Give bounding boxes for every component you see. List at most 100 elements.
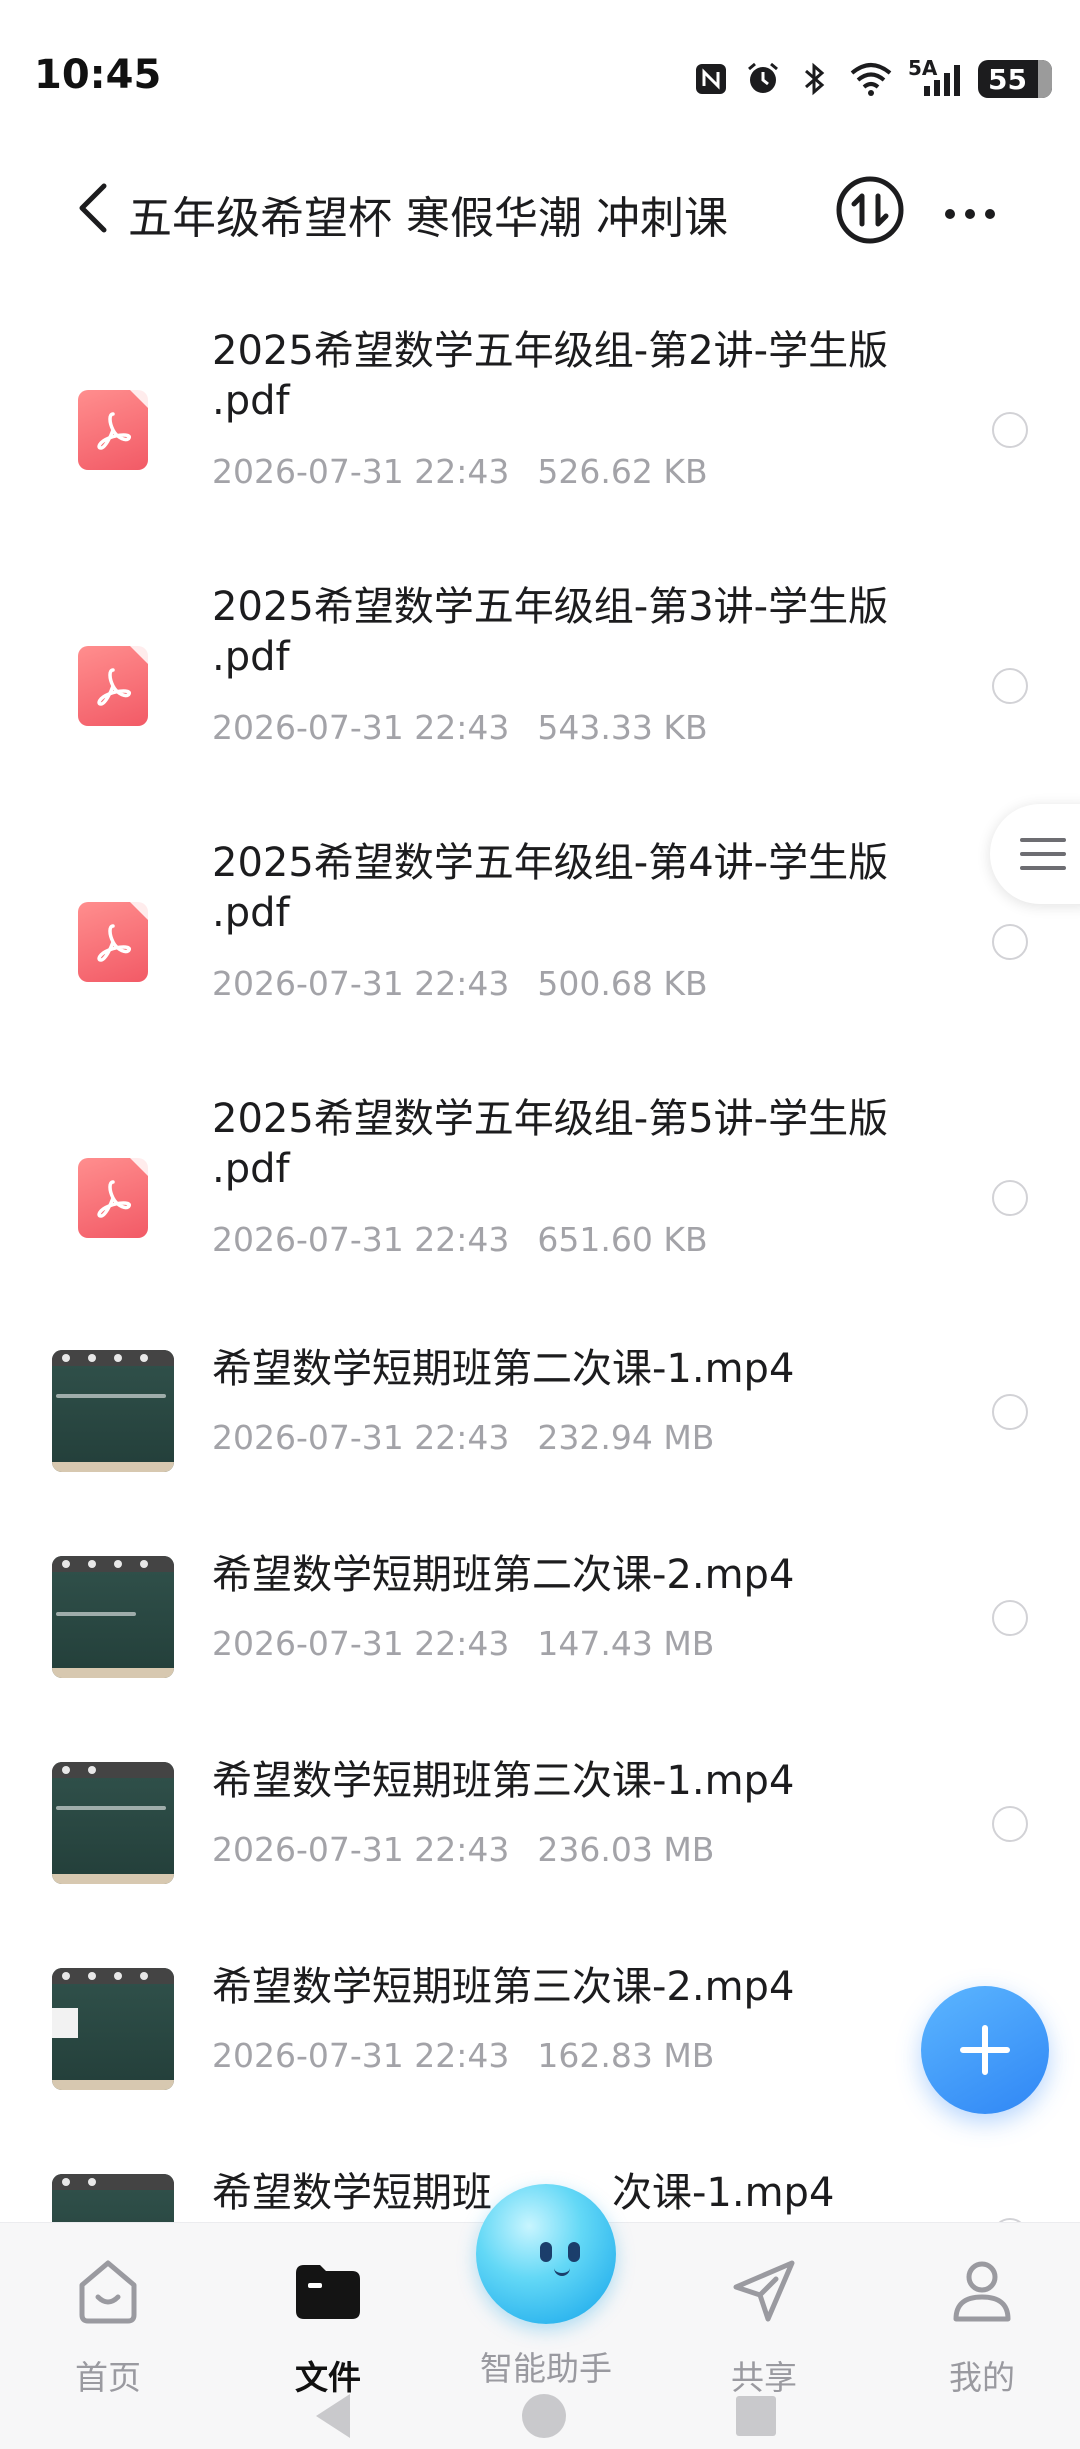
select-checkbox[interactable]: [992, 1180, 1028, 1216]
file-meta: 2026-07-31 22:43 236.03 MB: [212, 1830, 714, 1869]
transfer-button[interactable]: [834, 174, 906, 246]
file-date: 2026-07-31 22:43: [212, 1220, 510, 1259]
select-checkbox[interactable]: [992, 412, 1028, 448]
file-date: 2026-07-31 22:43: [212, 452, 510, 491]
system-navigation-bar: [0, 2390, 1080, 2449]
add-fab-button[interactable]: [921, 1986, 1049, 2114]
network-label: 5A: [908, 56, 938, 80]
video-thumbnail: [52, 1350, 174, 1472]
file-size: 162.83 MB: [537, 2036, 715, 2075]
battery-icon: 55: [978, 60, 1052, 98]
file-meta: 2026-07-31 22:43 500.68 KB: [212, 964, 708, 1003]
file-name: 2025希望数学五年级组-第4讲-学生版 .pdf: [212, 838, 952, 938]
nav-item-files[interactable]: 文件: [248, 2253, 408, 2397]
bluetooth-icon: [796, 60, 834, 98]
select-checkbox[interactable]: [992, 1806, 1028, 1842]
file-name-line2: .pdf: [212, 378, 290, 424]
file-item[interactable]: 2025希望数学五年级组-第3讲-学生版 .pdf 2026-07-31 22:…: [0, 576, 1080, 816]
file-date: 2026-07-31 22:43: [212, 1624, 510, 1663]
file-meta: 2026-07-31 22:43 232.94 MB: [212, 1418, 714, 1457]
menu-icon: [1020, 838, 1066, 870]
file-size: 147.43 MB: [537, 1624, 715, 1663]
folder-icon: [290, 2253, 366, 2329]
transfer-icon: [836, 176, 904, 244]
side-menu-handle[interactable]: [990, 804, 1080, 904]
pdf-icon: [78, 902, 148, 982]
top-app-bar: 五年级希望杯 寒假华潮 冲刺课: [0, 160, 1080, 260]
more-button[interactable]: [940, 184, 1000, 244]
page-title: 五年级希望杯 寒假华潮 冲刺课: [128, 193, 728, 244]
file-date: 2026-07-31 22:43: [212, 1418, 510, 1457]
file-name: 希望数学短期班第三次课-1.mp4: [212, 1758, 795, 1804]
file-name: 2025希望数学五年级组-第2讲-学生版 .pdf: [212, 326, 952, 426]
pdf-icon: [78, 1158, 148, 1238]
file-name-line2: .pdf: [212, 1146, 290, 1192]
battery-level: 55: [988, 62, 1027, 96]
select-checkbox[interactable]: [992, 924, 1028, 960]
file-item[interactable]: 希望数学短期班第二次课-1.mp4 2026-07-31 22:43 232.94…: [0, 1344, 1080, 1544]
nav-item-profile[interactable]: 我的: [902, 2253, 1062, 2397]
pdf-icon: [78, 646, 148, 726]
video-thumbnail: [52, 1556, 174, 1678]
file-item[interactable]: 希望数学短期班第二次课-2.mp4 2026-07-31 22:43 147.43…: [0, 1550, 1080, 1750]
status-bar: 10:45 5A 55: [0, 0, 1080, 150]
status-time: 10:45: [34, 52, 162, 98]
file-meta: 2026-07-31 22:43 162.83 MB: [212, 2036, 714, 2075]
file-item[interactable]: 2025希望数学五年级组-第4讲-学生版 .pdf 2026-07-31 22:…: [0, 832, 1080, 1072]
file-size: 236.03 MB: [537, 1830, 715, 1869]
assistant-orb-icon[interactable]: [476, 2184, 616, 2324]
system-recents-icon[interactable]: [736, 2396, 776, 2436]
file-name: 2025希望数学五年级组-第3讲-学生版 .pdf: [212, 582, 952, 682]
file-size: 543.33 KB: [537, 708, 708, 747]
file-size: 651.60 KB: [537, 1220, 708, 1259]
select-checkbox[interactable]: [992, 1600, 1028, 1636]
file-date: 2026-07-31 22:43: [212, 1830, 510, 1869]
system-back-icon[interactable]: [316, 2394, 350, 2438]
profile-icon: [944, 2253, 1020, 2329]
nfc-icon: [692, 60, 730, 98]
nav-label-assistant[interactable]: 智能助手: [440, 2342, 652, 2390]
file-name-line1: 2025希望数学五年级组-第3讲-学生版: [212, 584, 889, 630]
file-item[interactable]: 2025希望数学五年级组-第2讲-学生版 .pdf 2026-07-31 22:…: [0, 320, 1080, 560]
file-meta: 2026-07-31 22:43 526.62 KB: [212, 452, 708, 491]
file-size: 232.94 MB: [537, 1418, 715, 1457]
pdf-icon: [78, 390, 148, 470]
file-name-line1: 2025希望数学五年级组-第4讲-学生版: [212, 840, 889, 886]
file-item[interactable]: 希望数学短期班第三次课-2.mp4 2026-07-31 22:43 162.83…: [0, 1962, 1080, 2162]
file-date: 2026-07-31 22:43: [212, 964, 510, 1003]
video-thumbnail: [52, 1762, 174, 1884]
file-date: 2026-07-31 22:43: [212, 708, 510, 747]
share-icon: [726, 2253, 802, 2329]
back-arrow-icon: [79, 183, 107, 233]
file-item[interactable]: 希望数学短期班第三次课-1.mp4 2026-07-31 22:43 236.03…: [0, 1756, 1080, 1956]
file-name: 希望数学短期班第二次课-1.mp4: [212, 1346, 795, 1392]
back-button[interactable]: [64, 178, 124, 238]
file-size: 500.68 KB: [537, 964, 708, 1003]
file-meta: 2026-07-31 22:43 147.43 MB: [212, 1624, 714, 1663]
nav-item-home[interactable]: 首页: [28, 2253, 188, 2397]
file-name-line1: 2025希望数学五年级组-第2讲-学生版: [212, 328, 889, 374]
file-meta: 2026-07-31 22:43 651.60 KB: [212, 1220, 708, 1259]
signal-icon: 5A: [908, 56, 964, 98]
alarm-icon: [744, 60, 782, 98]
status-icons: 5A 55: [692, 56, 1052, 102]
nav-item-share[interactable]: 共享: [684, 2253, 844, 2397]
home-icon: [70, 2253, 146, 2329]
file-name-line2: .pdf: [212, 634, 290, 680]
wifi-icon: [848, 60, 894, 98]
file-name: 2025希望数学五年级组-第5讲-学生版 .pdf: [212, 1094, 952, 1194]
select-checkbox[interactable]: [992, 668, 1028, 704]
file-name: 希望数学短期班第二次课-2.mp4: [212, 1552, 795, 1598]
file-name-line1: 2025希望数学五年级组-第5讲-学生版: [212, 1096, 889, 1142]
system-home-icon[interactable]: [522, 2394, 566, 2438]
file-date: 2026-07-31 22:43: [212, 2036, 510, 2075]
file-name-suffix: 次课-1.mp4: [612, 2170, 835, 2216]
more-icon: [945, 209, 995, 219]
file-list: 2025希望数学五年级组-第2讲-学生版 .pdf 2026-07-31 22:…: [0, 300, 1080, 2230]
file-size: 526.62 KB: [537, 452, 708, 491]
select-checkbox[interactable]: [992, 1394, 1028, 1430]
video-thumbnail: [52, 1968, 174, 2090]
plus-icon: [960, 2025, 1010, 2075]
file-item[interactable]: 2025希望数学五年级组-第5讲-学生版 .pdf 2026-07-31 22:…: [0, 1088, 1080, 1328]
file-meta: 2026-07-31 22:43 543.33 KB: [212, 708, 708, 747]
